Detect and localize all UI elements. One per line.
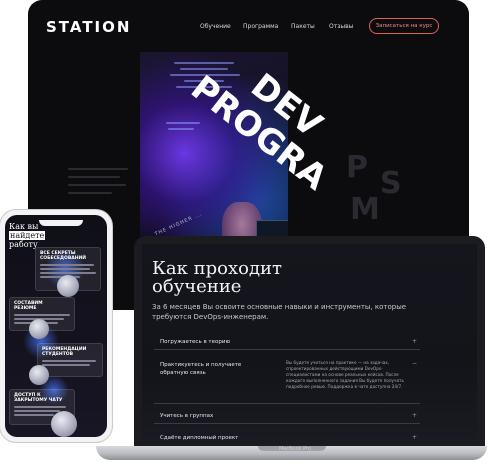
accordion-label: Погружаетесь в теорию bbox=[160, 339, 231, 345]
enroll-button[interactable]: Записаться на курс bbox=[369, 18, 439, 34]
phone-frame: Как вы найдете работу ВСЕ СЕКРЕТЫ СОБЕСЕД… bbox=[0, 210, 112, 442]
bubble-decoration bbox=[29, 365, 49, 385]
card-title: СОСТАВИМ РЕЗЮМЕ bbox=[14, 301, 43, 311]
nav-item-reviews[interactable]: Отзывы bbox=[329, 23, 353, 30]
section-subtitle: За 6 месяцев Вы освоите основные навыки … bbox=[152, 303, 407, 321]
bubble-decoration bbox=[57, 275, 79, 297]
card-line bbox=[14, 414, 54, 416]
showcase-mockup: STATION Обучение Программа Пакеты Отзывы… bbox=[0, 0, 491, 473]
card-line bbox=[14, 410, 60, 412]
phone-notch bbox=[39, 220, 83, 226]
faint-text bbox=[68, 192, 112, 194]
faint-text bbox=[68, 176, 120, 178]
card-title: РЕКОМЕНДАЦИИ СТУДЕНТОВ bbox=[42, 347, 87, 357]
plus-icon[interactable]: + bbox=[412, 434, 417, 441]
faint-text bbox=[68, 184, 126, 186]
card-line bbox=[40, 272, 96, 274]
site-header: STATION Обучение Программа Пакеты Отзывы… bbox=[28, 0, 469, 52]
bubble-decoration bbox=[51, 411, 77, 437]
accordion-item-diploma[interactable]: Сдаёте дипломный проект + bbox=[154, 430, 420, 444]
ghost-letter: M bbox=[350, 192, 380, 227]
ghost-letter: P bbox=[346, 150, 368, 185]
site-logo[interactable]: STATION bbox=[46, 18, 131, 36]
phone-screen: Как вы найдете работу ВСЕ СЕКРЕТЫ СОБЕСЕД… bbox=[5, 215, 107, 437]
card-line bbox=[14, 314, 70, 316]
card-title: ДОСТУП К ЗАКРЫТОМУ ЧАТУ bbox=[14, 393, 63, 403]
phone-title: Как вы найдете работу bbox=[9, 222, 46, 249]
card-line bbox=[42, 360, 96, 362]
plus-icon[interactable]: + bbox=[412, 412, 417, 419]
section-title-line-2: обучение bbox=[152, 276, 242, 297]
plus-icon[interactable]: + bbox=[412, 338, 417, 345]
card-line bbox=[42, 364, 90, 366]
accordion-label: Учитесь в группах bbox=[160, 413, 214, 419]
accordion-label: Практикуетесь и получаете обратную связь bbox=[160, 362, 242, 376]
nav-item-packages[interactable]: Пакеты bbox=[291, 23, 315, 30]
accordion-item-practice[interactable]: Практикуетесь и получаете обратную связь… bbox=[154, 356, 420, 404]
laptop-brand: MacBook Pro bbox=[278, 446, 312, 452]
photo-laptop bbox=[256, 220, 288, 236]
accordion-body: Вы будете учиться на практике — на задач… bbox=[286, 360, 404, 389]
accordion-label: Сдаёте дипломный проект bbox=[160, 435, 239, 441]
accordion-item-groups[interactable]: Учитесь в группах + bbox=[154, 408, 420, 424]
nav-item-education[interactable]: Обучение bbox=[200, 23, 231, 30]
code-line bbox=[168, 128, 194, 130]
faint-text bbox=[68, 168, 128, 170]
card-line bbox=[14, 406, 66, 408]
laptop-frame: Как проходит обучение За 6 месяцев Вы ос… bbox=[134, 236, 485, 446]
card-line bbox=[40, 268, 90, 270]
code-line bbox=[166, 122, 200, 124]
ghost-letter: S bbox=[380, 166, 402, 201]
accordion-item-theory[interactable]: Погружаетесь в теорию + bbox=[154, 334, 420, 350]
nav-item-program[interactable]: Программа bbox=[243, 23, 278, 30]
code-line bbox=[174, 62, 234, 64]
laptop-screen: Как проходит обучение За 6 месяцев Вы ос… bbox=[142, 244, 477, 444]
card-line bbox=[40, 264, 94, 266]
minus-icon[interactable]: − bbox=[412, 360, 417, 367]
bubble-decoration bbox=[29, 319, 49, 339]
phone-title-1: Как вы bbox=[9, 222, 39, 231]
code-line bbox=[180, 68, 228, 70]
phone-title-2: работу bbox=[9, 240, 38, 249]
card-title: ВСЕ СЕКРЕТЫ СОБЕСЕДОВАНИЙ bbox=[40, 251, 87, 261]
phone-title-highlight: найдете bbox=[9, 231, 46, 240]
